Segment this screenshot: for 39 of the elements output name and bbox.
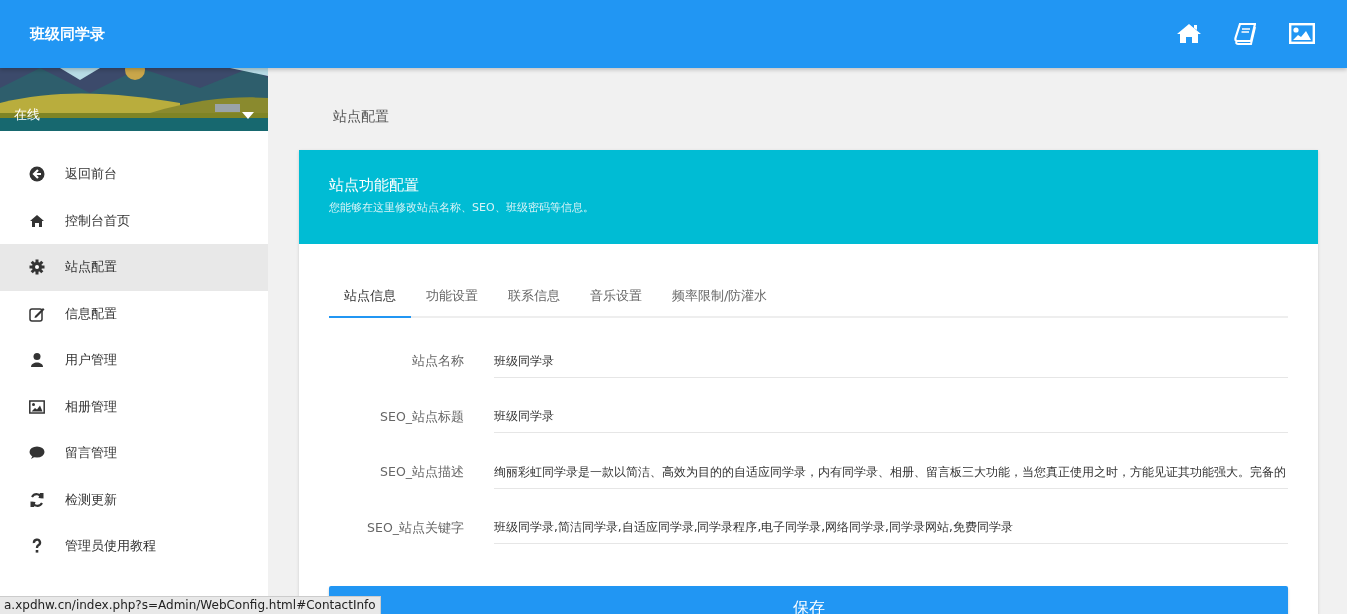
sidebar-item[interactable]: 留言管理	[0, 430, 268, 477]
field-label: SEO_站点描述	[379, 464, 464, 482]
image-icon	[29, 398, 45, 415]
sidebar-item[interactable]: 返回前台	[0, 151, 268, 198]
site-title: 班级同学录	[30, 24, 106, 44]
sidebar-item[interactable]: 控制台首页	[0, 197, 268, 244]
field-label: SEO_站点关键字	[366, 519, 464, 537]
tab[interactable]: 音乐设置	[575, 280, 657, 318]
input-field[interactable]: 绚丽彩虹同学录是一款以简洁、高效为目的的自适应同学录，内有同学录、相册、留言板三大功能，当您真正使用之时，方能见证其功能强大。完备的	[494, 456, 1288, 489]
home-icon	[29, 212, 45, 229]
back-arrow-icon	[29, 166, 45, 183]
book-icon[interactable]	[1234, 23, 1256, 45]
field-label: SEO_站点标题	[379, 408, 464, 426]
input-field[interactable]: 班级同学录,简洁同学录,自适应同学录,同学录程序,电子同学录,网络同学录,同学录网站,免费同学录	[494, 512, 1288, 545]
card-title: 站点功能配置	[329, 176, 419, 195]
sidebar-item[interactable]: 信息配置	[0, 290, 268, 337]
sidebar-item[interactable]: 检测更新	[0, 476, 268, 523]
tab[interactable]: 功能设置	[411, 280, 493, 318]
field-label: 站点名称	[411, 353, 464, 371]
speech-bubble-icon	[29, 445, 45, 462]
sidebar-item[interactable]: 相册管理	[0, 383, 268, 430]
card-subtitle: 您能够在这里修改站点名称、SEO、班级密码等信息。	[329, 200, 594, 215]
settings-icon	[29, 259, 45, 276]
status-url: a.xpdhw.cn/index.php?s=Admin/WebConfig.html#ContactInfo	[0, 596, 381, 614]
tab[interactable]: 联系信息	[493, 280, 575, 318]
breadcrumb: 站点配置	[333, 108, 389, 126]
tab[interactable]: 站点信息	[329, 280, 411, 318]
image-icon[interactable]	[1289, 23, 1315, 44]
input-field[interactable]: 班级同学录	[494, 401, 1288, 434]
edit-icon	[29, 305, 45, 322]
sidebar-item[interactable]: 管理员使用教程	[0, 523, 268, 570]
input-field[interactable]: 班级同学录	[494, 345, 1288, 378]
sidebar-item[interactable]: 用户管理	[0, 337, 268, 384]
user-icon	[29, 352, 45, 369]
home-icon[interactable]	[1177, 23, 1201, 43]
online-status: 在线	[14, 106, 40, 124]
tab[interactable]: 频率限制/防灌水	[657, 280, 783, 318]
sidebar-item[interactable]: 站点配置	[0, 244, 268, 291]
refresh-icon	[29, 491, 45, 508]
